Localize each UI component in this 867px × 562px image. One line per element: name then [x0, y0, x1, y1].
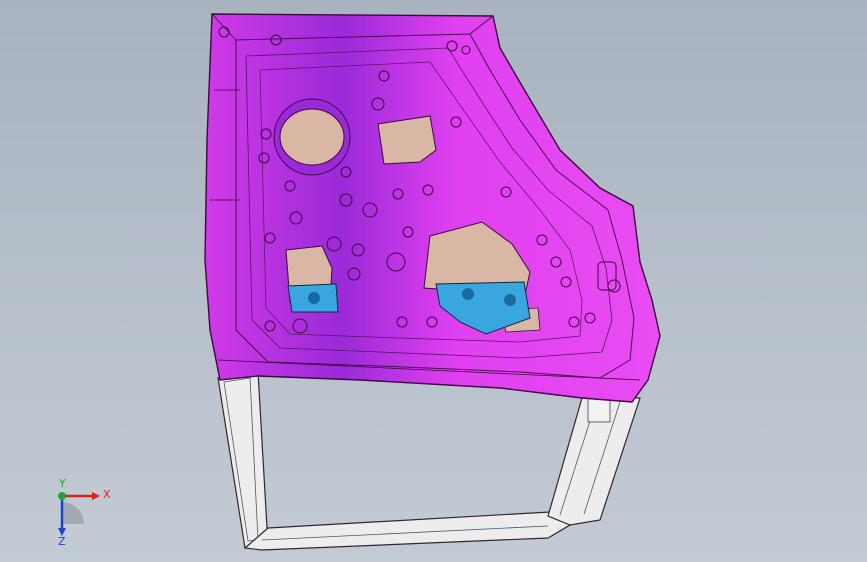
car-door-inner-panel-model[interactable] [0, 0, 867, 562]
x-axis-arrowhead [92, 492, 100, 500]
coordinate-triad: X Y Z [58, 477, 111, 546]
x-axis-label: X [103, 488, 111, 501]
window-frame [217, 371, 641, 551]
speaker-opening [273, 98, 351, 176]
y-axis-marker [58, 492, 66, 500]
z-axis-label: Z [58, 535, 66, 546]
cad-3d-viewport[interactable]: X Y Z [0, 0, 867, 562]
door-inner-panel [204, 13, 661, 403]
upper-access-opening [377, 115, 437, 165]
window-regulator-bracket-left [287, 283, 339, 313]
y-axis-label: Y [58, 477, 66, 490]
